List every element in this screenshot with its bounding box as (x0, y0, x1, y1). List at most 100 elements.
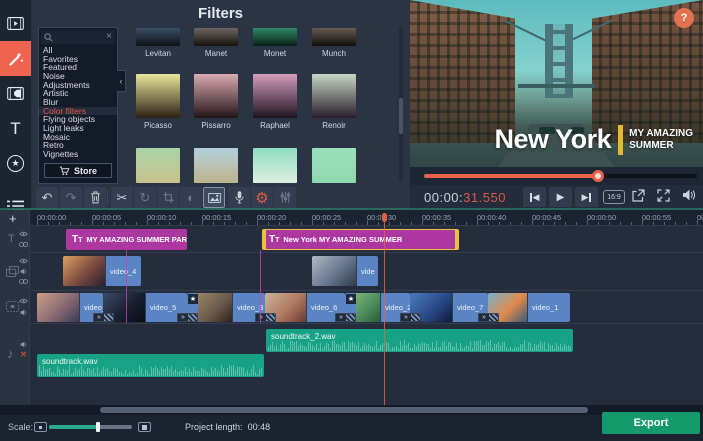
video-clip[interactable]: video_6 (265, 293, 345, 322)
redo-button[interactable]: ↷ (60, 187, 82, 208)
filters-tool-button[interactable] (203, 187, 225, 208)
help-button[interactable]: ? (674, 8, 694, 28)
scale-slider-fill (49, 425, 98, 429)
ruler-label: 00:00:35 (422, 213, 451, 222)
overlay-video-clip[interactable]: vide (312, 256, 378, 286)
play-button[interactable]: ▶ (549, 187, 572, 207)
video-track-mute-speaker-icon[interactable] (19, 308, 28, 316)
video-clip[interactable]: video_5 (103, 293, 187, 322)
audio-track-unlink-icon[interactable]: ✕ (19, 350, 28, 358)
zoom-in-icon[interactable] (138, 422, 151, 432)
track-divider (0, 323, 703, 324)
record-voice-button[interactable] (228, 187, 250, 208)
audio-clip[interactable]: soundtrack.wav (37, 354, 264, 377)
timeline-ruler[interactable]: 00:00:0000:00:0500:00:1000:00:1500:00:20… (0, 210, 703, 226)
filter-card[interactable]: Raphael (253, 74, 297, 130)
scale-slider[interactable] (49, 425, 132, 429)
transition-badge[interactable]: » (400, 313, 421, 322)
add-track-button[interactable]: + (9, 211, 17, 226)
next-frame-icon (589, 193, 591, 202)
sidebar-item-titles[interactable]: T (0, 111, 31, 146)
category-item[interactable]: Vignettes (39, 150, 117, 159)
filter-card[interactable]: Manet (194, 28, 238, 58)
video-clip[interactable]: video_7 (410, 293, 488, 322)
ruler-tick (598, 222, 599, 225)
transition-badge[interactable]: » (478, 313, 499, 322)
scale-slider-handle[interactable] (96, 422, 100, 432)
detach-preview-button[interactable] (632, 189, 645, 202)
transition-badge[interactable]: » (255, 313, 276, 322)
filter-card[interactable] (312, 148, 356, 183)
video-track-visibility-eye-icon[interactable] (19, 297, 28, 305)
rotate-button[interactable]: ↻ (134, 187, 156, 208)
ruler-tick (345, 222, 346, 225)
filter-card[interactable] (194, 148, 238, 183)
preview-player[interactable]: New York MY AMAZING SUMMER ? (410, 0, 703, 167)
fullscreen-button[interactable] (657, 189, 670, 202)
filter-thumbnail (253, 148, 297, 183)
sidebar-item-media[interactable] (0, 6, 31, 41)
filter-card[interactable]: Munch (312, 28, 356, 58)
filter-card[interactable] (136, 148, 180, 183)
filter-card[interactable]: Renoir (312, 74, 356, 130)
split-button[interactable]: ✂ (111, 187, 133, 208)
title-track-visibility-eye-icon[interactable] (19, 230, 28, 238)
aspect-ratio-button[interactable]: 16:9 (603, 190, 625, 204)
export-button[interactable]: Export (602, 412, 700, 434)
filter-card[interactable]: Picasso (136, 74, 180, 130)
volume-button[interactable] (682, 189, 696, 201)
sidebar-item-transitions[interactable] (0, 76, 31, 111)
timeline-horizontal-scrollbar[interactable] (0, 405, 703, 415)
title-clip[interactable]: TTMY AMAZING SUMMER PARIS (66, 229, 187, 250)
filter-name: Pissarro (194, 121, 238, 130)
overlay-video-clip[interactable]: video_4 (63, 256, 141, 286)
seek-bar[interactable] (424, 174, 697, 178)
filter-card[interactable]: Levitan (136, 28, 180, 58)
previous-frame-button[interactable]: ◀ (523, 187, 546, 207)
audio-track-mute-speaker-icon[interactable] (19, 340, 28, 348)
clip-properties-button[interactable]: ⚙ (251, 187, 273, 208)
color-adjust-button[interactable]: ◐ (180, 187, 202, 208)
filter-card[interactable]: Pissarro (194, 74, 238, 130)
overlay-city-text: New York (495, 124, 612, 155)
crop-icon (163, 192, 174, 203)
filter-name: Monet (253, 49, 297, 58)
filter-card[interactable]: Monet (253, 28, 297, 58)
filter-card[interactable] (253, 148, 297, 183)
overlay-track-visibility-eye-icon[interactable] (19, 257, 28, 265)
collapse-panel-button[interactable]: ‹ (117, 70, 126, 92)
scrollbar-thumb[interactable] (100, 407, 588, 413)
seek-handle[interactable] (592, 170, 604, 182)
transition-badge[interactable]: » (93, 313, 114, 322)
ruler-tick (521, 222, 522, 225)
search-clear-icon[interactable]: × (106, 33, 112, 41)
transition-badge[interactable]: » (177, 313, 198, 322)
overlay-track-link-icon[interactable] (19, 277, 28, 285)
playhead-line[interactable] (384, 222, 385, 405)
undo-button[interactable]: ↶ (36, 187, 58, 208)
ruler-tick (213, 222, 214, 225)
ruler-tick (114, 222, 115, 225)
store-button[interactable]: Store (44, 163, 112, 178)
store-label: Store (74, 166, 97, 176)
playhead-handle[interactable] (382, 213, 387, 222)
title-clip[interactable]: TTNew York MY AMAZING SUMMER (262, 229, 459, 250)
delete-button[interactable] (84, 187, 106, 208)
sidebar-item-filters[interactable] (0, 41, 31, 76)
crop-button[interactable] (157, 187, 179, 208)
video-clip[interactable]: video_1 (488, 293, 570, 322)
next-frame-button[interactable]: ▶ (575, 187, 598, 207)
overlay-track-mute-speaker-icon[interactable] (19, 267, 28, 275)
audio-clip[interactable]: soundtrack_2.wav (266, 329, 573, 352)
track-divider (0, 252, 703, 253)
transition-badge[interactable]: » (335, 313, 356, 322)
filter-name: Picasso (136, 121, 180, 130)
sidebar-item-stickers[interactable]: ★ (0, 146, 31, 181)
filters-scrollbar[interactable] (399, 28, 403, 180)
audio-levels-button[interactable] (274, 187, 296, 208)
video-clip[interactable]: ★video_3 (187, 293, 265, 322)
search-input[interactable]: × (41, 30, 115, 44)
title-track-link-icon[interactable] (19, 240, 28, 248)
zoom-out-icon[interactable] (34, 422, 47, 432)
overlay-subtitle-text: MY AMAZING SUMMER (629, 128, 693, 152)
